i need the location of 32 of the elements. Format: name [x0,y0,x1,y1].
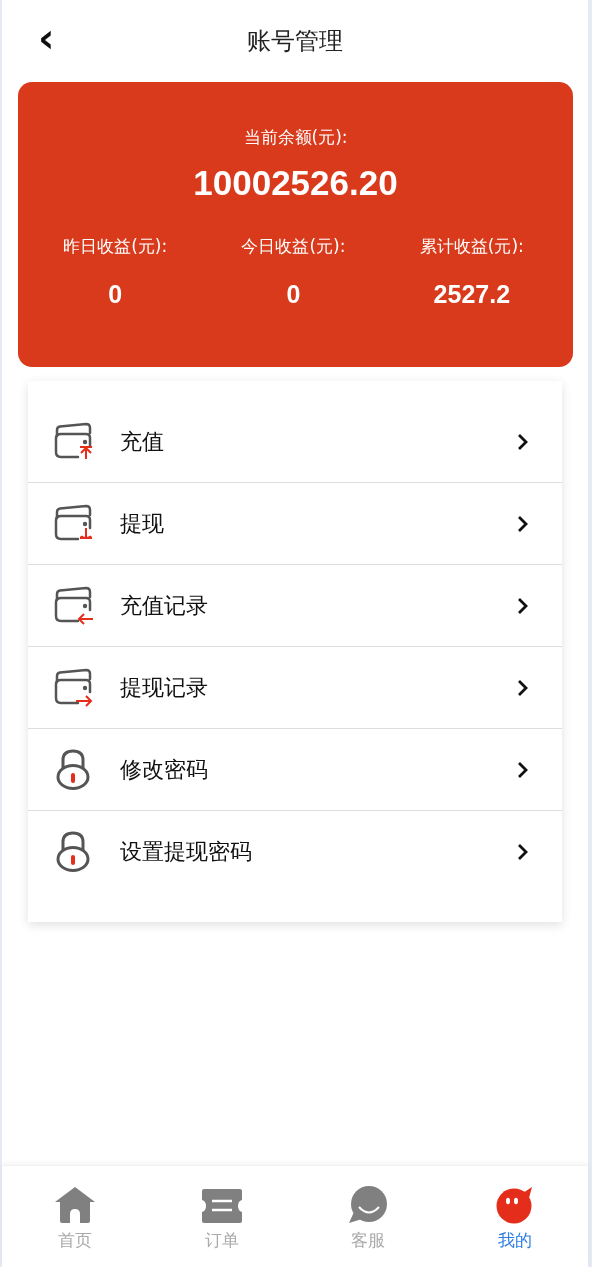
stat-value: 0 [108,280,123,309]
page-title: 账号管理 [247,26,343,57]
lock-icon [55,748,91,791]
wallet-icon [52,421,94,462]
menu-item[interactable]: 修改密码 [28,729,562,811]
home-icon [54,1186,97,1224]
chevron-icon [516,596,530,615]
tab[interactable]: 我的 [441,1166,588,1267]
menu-item[interactable]: 充值记录 [28,565,562,647]
menu-item[interactable]: 提现 [28,483,562,565]
menu-item[interactable]: 设置提现密码 [28,811,562,892]
stat-value: 2527.2 [433,280,511,309]
chevron-icon [516,432,530,451]
chat-icon [348,1186,389,1224]
chevron-icon [516,678,530,697]
balance-value: 10002526.20 [193,163,398,203]
lock-icon [55,830,91,873]
stat-label: 今日收益(元): [241,235,346,258]
menu-item[interactable]: 充值 [28,401,562,483]
wallet-icon [52,667,94,708]
avatar-icon [494,1186,535,1224]
chevron-icon [516,842,530,861]
wallet-icon [52,585,94,626]
menu-item[interactable]: 提现记录 [28,647,562,729]
balance-label: 当前余额(元): [243,126,348,149]
stat-label: 昨日收益(元): [63,235,168,258]
chevron-icon [516,514,530,533]
ticket-icon [200,1188,243,1224]
back-button[interactable]: ‹ [30,18,63,58]
stat-label: 累计收益(元): [419,235,524,258]
stat-value: 0 [286,280,301,309]
chevron-icon [516,760,530,779]
